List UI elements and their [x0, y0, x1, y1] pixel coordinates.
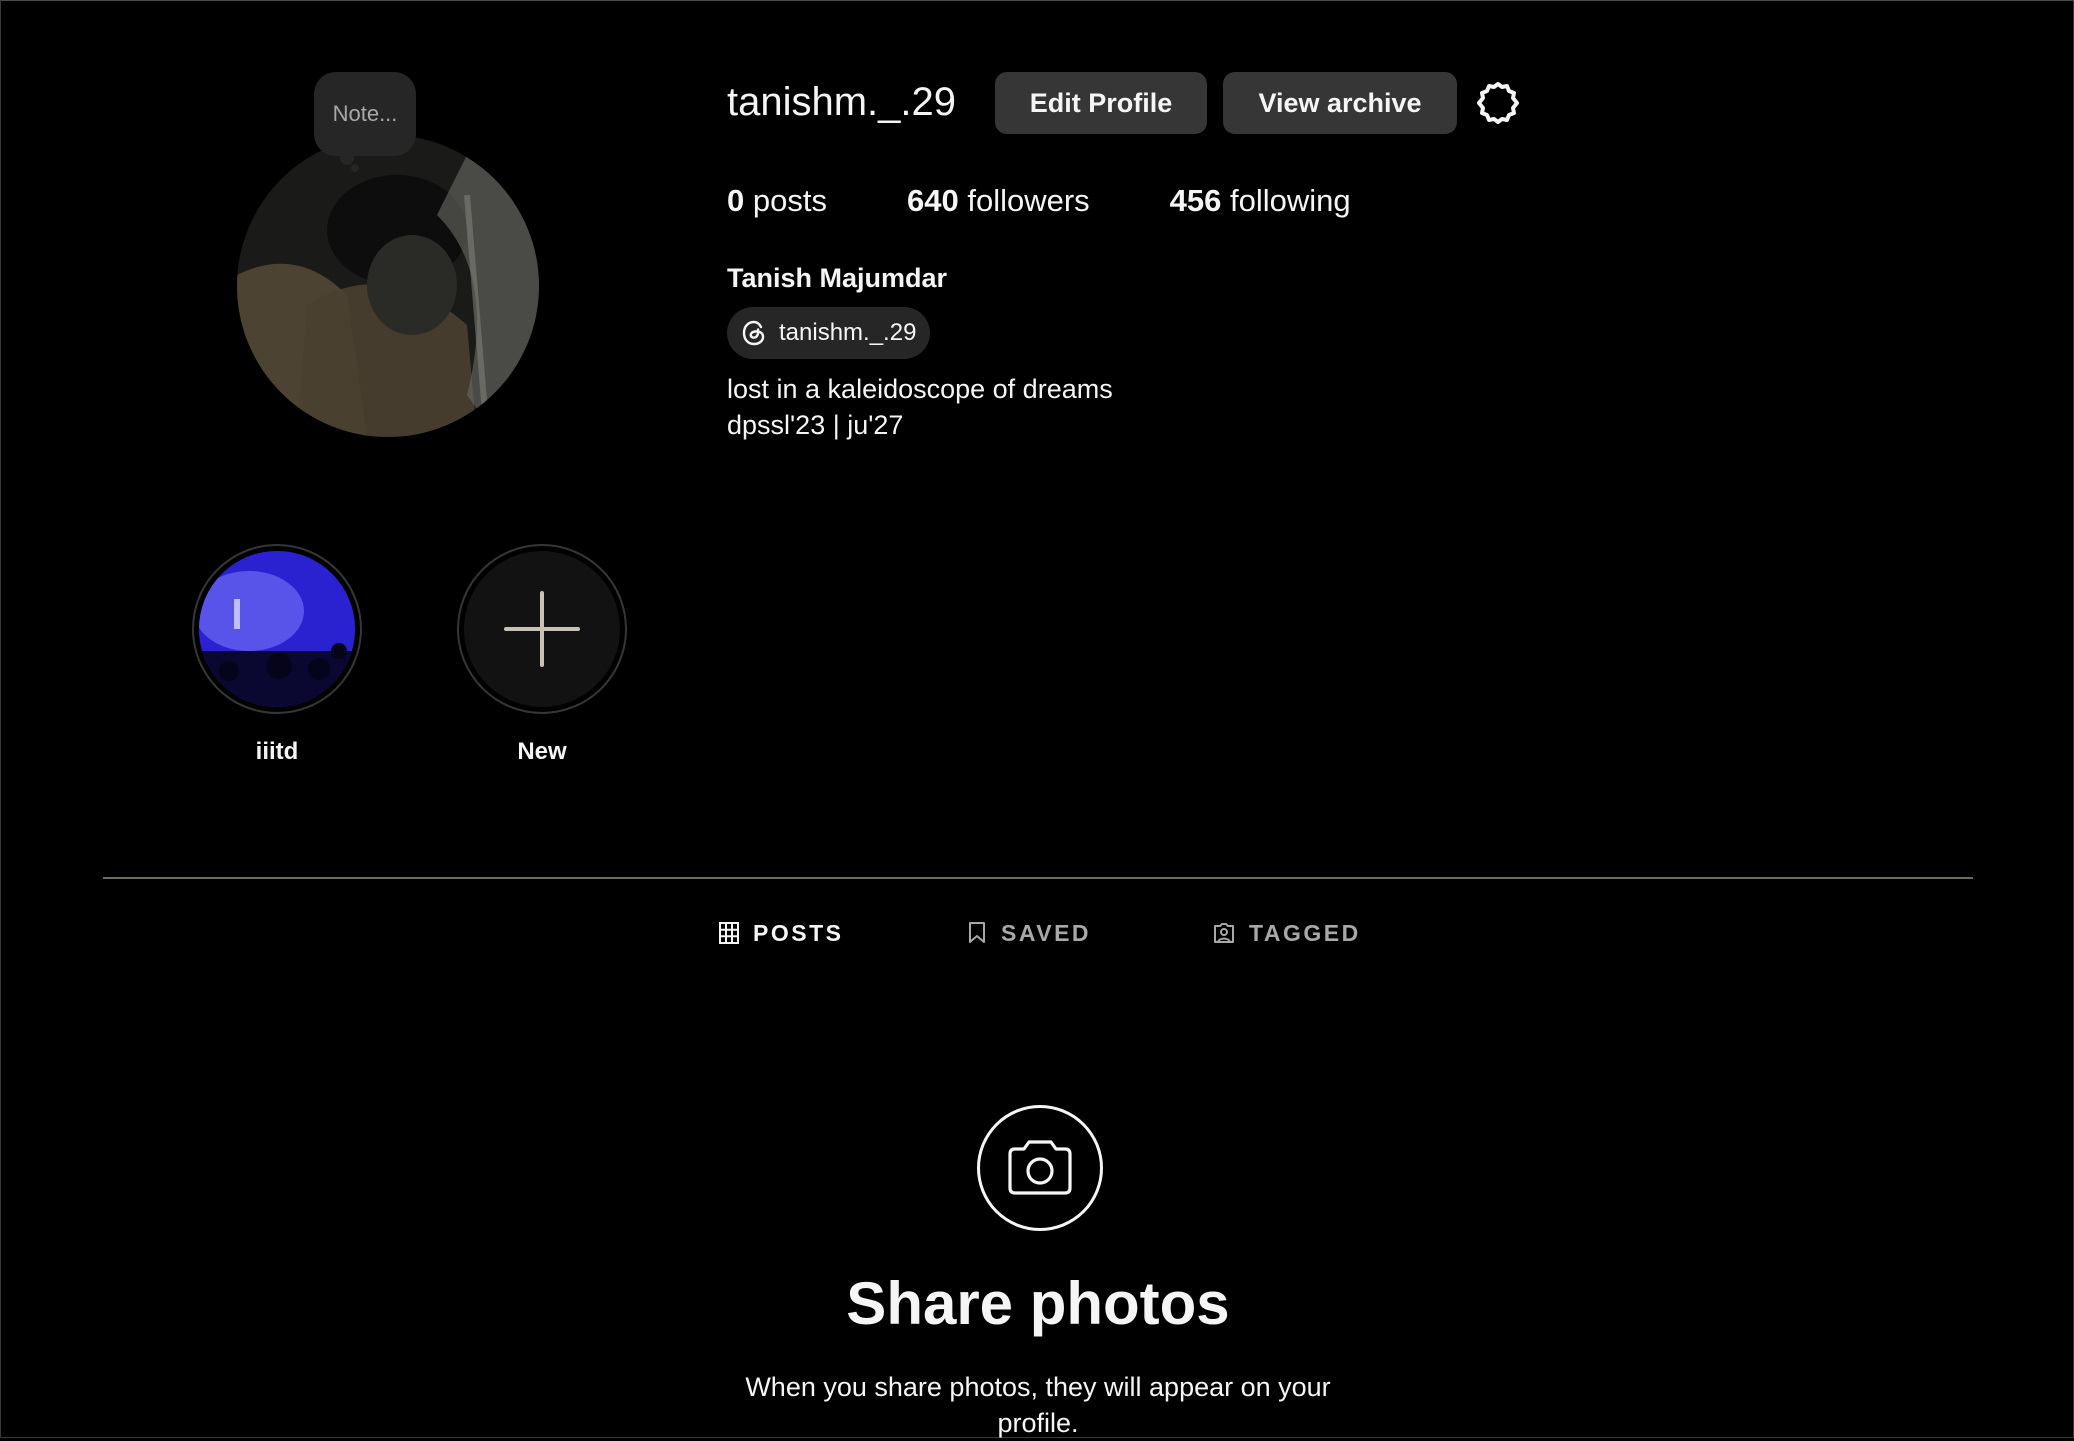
posts-count: 0 — [727, 183, 745, 218]
note-bubble-tail-small — [351, 164, 359, 172]
tabs-divider — [103, 877, 1973, 879]
threads-link[interactable]: tanishm._.29 — [727, 307, 931, 359]
highlight-cover-art — [199, 551, 355, 707]
highlight-cover — [199, 551, 355, 707]
tab-tagged[interactable]: TAGGED — [1213, 917, 1361, 949]
view-archive-button[interactable]: View archive — [1223, 72, 1457, 134]
edit-profile-label: Edit Profile — [1029, 87, 1173, 118]
highlight-label: iiitd — [255, 738, 299, 765]
profile-username: tanishm._.29 — [727, 80, 957, 124]
edit-profile-button[interactable]: Edit Profile — [995, 72, 1207, 134]
bookmark-icon — [969, 922, 985, 943]
avatar-photo — [237, 135, 539, 437]
empty-state-description: When you share photos, they will appear … — [745, 1372, 1331, 1438]
tab-posts[interactable]: POSTS — [719, 917, 843, 949]
following-label: following — [1230, 183, 1351, 218]
tab-saved[interactable]: SAVED — [967, 917, 1091, 949]
following-stat[interactable]: 456 following — [1170, 181, 1351, 221]
posts-stat: 0 posts — [727, 181, 827, 221]
plus-icon — [504, 591, 580, 667]
profile-avatar[interactable] — [237, 135, 539, 437]
profile-stats: 0 posts 640 followers 456 following — [727, 181, 1431, 221]
camera-icon — [1008, 1140, 1072, 1195]
view-archive-label: View archive — [1258, 87, 1422, 118]
bio-line: lost in a kaleidoscope of dreams — [727, 374, 1113, 404]
posts-label: posts — [752, 183, 827, 218]
gear-icon — [1477, 82, 1519, 124]
tab-label: TAGGED — [1249, 919, 1361, 946]
profile-full-name: Tanish Majumdar — [727, 263, 948, 293]
new-highlight-button[interactable] — [457, 544, 627, 714]
grid-icon — [719, 922, 739, 944]
empty-state-title: Share photos — [846, 1270, 1230, 1337]
followers-label: followers — [967, 183, 1090, 218]
settings-button[interactable] — [1473, 78, 1523, 128]
followers-stat[interactable]: 640 followers — [907, 181, 1090, 221]
tagged-user-icon — [1214, 923, 1234, 943]
camera-upload-button[interactable] — [977, 1105, 1103, 1231]
tab-label: POSTS — [753, 919, 844, 946]
followers-count: 640 — [906, 183, 959, 218]
following-count: 456 — [1169, 183, 1222, 218]
bio-line: dpssl'23 | ju'27 — [727, 410, 904, 440]
highlight-label: New — [517, 738, 567, 765]
new-highlight-circle — [464, 551, 620, 707]
highlight-iiitd[interactable] — [192, 544, 362, 714]
note-placeholder: Note... — [332, 101, 398, 126]
app-window: Note... tanishm._.29 Edit Profile View a… — [0, 0, 2074, 1438]
threads-handle: tanishm._.29 — [779, 319, 917, 346]
note-bubble[interactable]: Note... — [314, 72, 416, 156]
profile-bio: lost in a kaleidoscope of dreams dpssl'2… — [727, 371, 1113, 443]
threads-icon — [742, 320, 765, 346]
tab-label: SAVED — [1001, 919, 1092, 946]
